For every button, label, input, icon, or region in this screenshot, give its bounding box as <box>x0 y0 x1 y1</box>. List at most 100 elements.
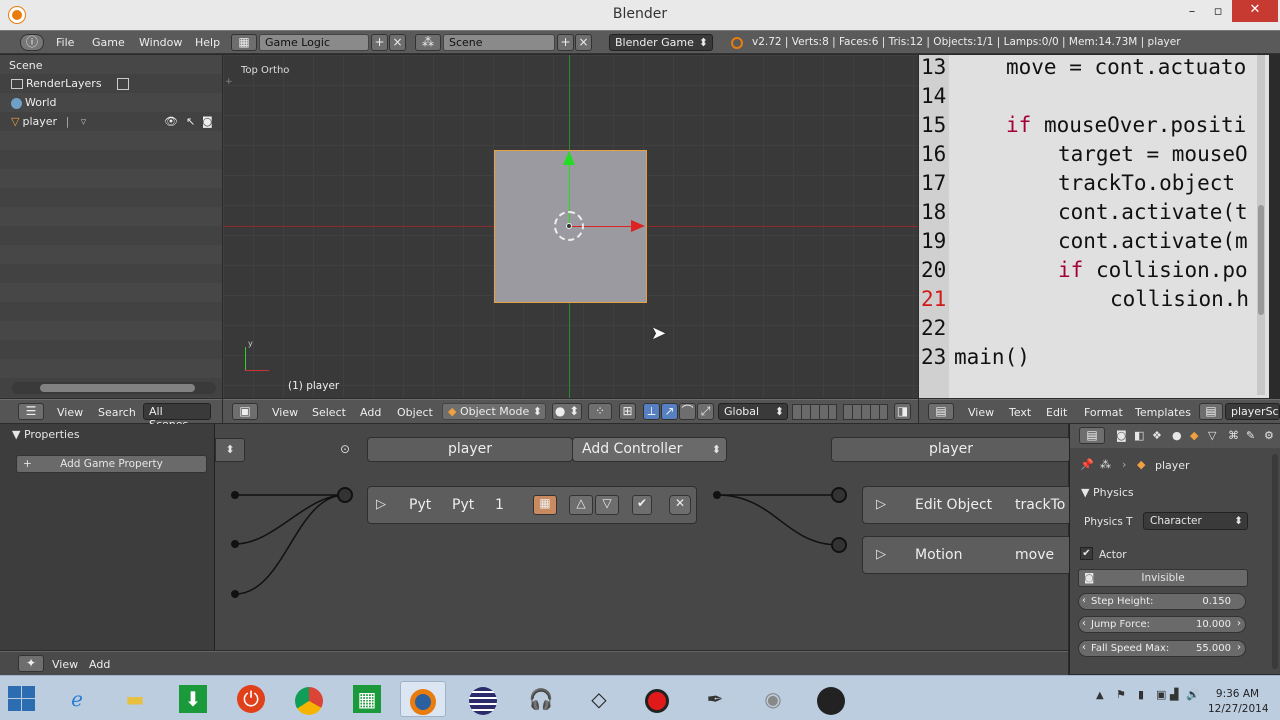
translate-manipulator[interactable]: ⟂ <box>643 403 660 420</box>
constraint-tab-icon[interactable]: ◆ <box>1190 429 1198 442</box>
ie-icon[interactable]: ℯ <box>54 681 100 717</box>
info-editor-type-button[interactable]: ⓘ <box>20 34 44 51</box>
viewport-menu-view[interactable]: View <box>272 406 298 419</box>
shading-dropdown[interactable]: ● ⬍ <box>552 403 582 420</box>
text-menu-templates[interactable]: Templates <box>1135 406 1191 419</box>
inkscape-icon[interactable]: ✒ <box>692 681 738 717</box>
layer-buttons-b[interactable] <box>843 404 888 420</box>
expand-triangle-icon[interactable]: ▷ <box>376 497 386 512</box>
engine-dropdown[interactable]: Blender Game ⬍ <box>609 34 713 51</box>
render-camera-icon[interactable]: ◙ <box>202 115 213 128</box>
logic-menu-add[interactable]: Add <box>89 658 110 671</box>
start-button[interactable] <box>8 686 36 712</box>
outliner-editor-type-button[interactable]: ☰ <box>18 403 44 420</box>
maximize-button[interactable]: ▫ <box>1203 2 1233 22</box>
outliner-menu-view[interactable]: View <box>57 406 83 419</box>
physics-tab-icon[interactable]: ⚙ <box>1264 429 1274 442</box>
expand-triangle-icon[interactable]: ▷ <box>876 497 886 512</box>
chrome-icon[interactable] <box>286 681 332 717</box>
text-menu-text[interactable]: Text <box>1009 406 1031 419</box>
mesh-data-icon[interactable]: ▿ <box>81 115 87 128</box>
properties-panel-header[interactable]: ▼ Properties <box>12 428 207 446</box>
data-tab-icon[interactable]: ⌘ <box>1228 429 1239 442</box>
menu-window[interactable]: Window <box>139 36 182 49</box>
jump-force-slider[interactable]: ‹ Jump Force: 10.000 › <box>1078 616 1246 633</box>
transform-orientation-dropdown[interactable]: Global ⬍ <box>718 403 788 420</box>
manipulator-toggle[interactable]: ⊞ <box>619 403 636 420</box>
actuator-name[interactable]: trackTo <box>1015 497 1065 513</box>
outliner-menu-search[interactable]: Search <box>98 406 136 419</box>
actuator-motion[interactable]: ▷ Motion move <box>862 536 1072 574</box>
record-icon[interactable] <box>634 681 680 717</box>
menu-game[interactable]: Game <box>92 36 125 49</box>
select-cursor-icon[interactable]: ↖ <box>186 115 195 128</box>
actuator-type[interactable]: Edit Object <box>915 497 992 513</box>
viewport-menu-object[interactable]: Object <box>397 406 433 419</box>
invisible-toggle[interactable]: ◙ Invisible <box>1078 569 1248 587</box>
viewport-editor-type-button[interactable]: ▣ <box>232 403 258 420</box>
tray-network-icon[interactable]: ▟ <box>1170 688 1178 701</box>
scale-manipulator[interactable]: ⌒ <box>679 403 696 420</box>
menu-file[interactable]: File <box>56 36 74 49</box>
snap-manipulator[interactable]: ⤢ <box>697 403 714 420</box>
logic-menu-view[interactable]: View <box>52 658 78 671</box>
remove-controller-button[interactable]: ✕ <box>669 495 691 515</box>
outliner-item-world[interactable]: World <box>11 96 57 114</box>
add-screen-button[interactable]: + <box>371 34 388 51</box>
outliner-filter-dropdown[interactable]: All Scenes <box>143 403 211 431</box>
logic-editor-type-button[interactable]: ✦ <box>18 655 44 672</box>
visibility-eye-icon[interactable]: 👁 <box>164 115 178 128</box>
expand-triangle-icon[interactable]: ▷ <box>876 547 886 562</box>
outliner-scrollbar[interactable] <box>12 382 216 394</box>
python-controller[interactable]: ▷ Pyt Pyt 1 ▦ △ ▽ ✔ ✕ <box>367 486 697 524</box>
eclipse-icon[interactable] <box>460 681 506 717</box>
menu-help[interactable]: Help <box>195 36 220 49</box>
text-datablock-icon[interactable]: ▤ <box>1199 403 1223 420</box>
move-down-button[interactable]: ▽ <box>595 495 619 515</box>
controller-type[interactable]: Pyt <box>409 497 431 513</box>
tray-device-icon[interactable]: ▣ <box>1156 688 1166 701</box>
text-menu-format[interactable]: Format <box>1084 406 1123 419</box>
pin-icon[interactable]: 📌 <box>1080 458 1094 471</box>
viewport-menu-add[interactable]: Add <box>360 406 381 419</box>
physics-panel-header[interactable]: ▼ Physics <box>1081 486 1134 499</box>
clock-time[interactable]: 9:36 AM <box>1215 688 1260 700</box>
layer-buttons-a[interactable] <box>792 404 837 420</box>
mode-dropdown[interactable]: ◆ Object Mode ⬍ <box>442 403 546 420</box>
screen-layout-field[interactable]: Game Logic <box>259 34 369 51</box>
viewport-corner-plus[interactable]: + <box>225 77 233 87</box>
clock-date[interactable]: 12/27/2014 <box>1208 703 1269 715</box>
text-editor[interactable]: 13 move = cont.actuato 14 15 if mouseOver.po… <box>919 55 1269 398</box>
tray-flag-icon[interactable]: ⚑ <box>1116 688 1126 701</box>
blender-icon[interactable] <box>400 681 446 717</box>
outliner-item-renderlayers[interactable]: RenderLayers <box>11 77 130 95</box>
scene-icon[interactable]: ⁂ <box>415 34 441 51</box>
controller-name[interactable]: Pyt <box>452 497 474 513</box>
close-button[interactable]: ✕ <box>1232 0 1278 22</box>
render-icon[interactable] <box>117 78 130 90</box>
actuator-type[interactable]: Motion <box>915 547 962 563</box>
tray-volume-icon[interactable]: 🔊 <box>1186 688 1200 701</box>
material-tab-icon[interactable]: ✎ <box>1246 429 1255 442</box>
outliner-item-player[interactable]: ▽ player | ▿ 👁 ↖ ◙ <box>11 115 216 133</box>
obs-icon[interactable] <box>808 681 854 717</box>
pivot-dropdown[interactable]: ⁘ <box>588 403 612 420</box>
screen-layout-icon[interactable]: ▦ <box>231 34 257 51</box>
step-height-slider[interactable]: ‹ Step Height: 0.150 <box>1078 593 1246 610</box>
y-arrow-icon[interactable] <box>563 151 575 165</box>
text-editor-type-button[interactable]: ▤ <box>928 403 954 420</box>
active-checkbox[interactable]: ✔ <box>632 495 652 515</box>
fall-speed-slider[interactable]: ‹ Fall Speed Max: 55.000 › <box>1078 640 1246 657</box>
scene-field[interactable]: Scene <box>443 34 555 51</box>
unity-icon[interactable]: ◇ <box>576 681 622 717</box>
text-menu-view[interactable]: View <box>968 406 994 419</box>
object-tab-icon[interactable]: ● <box>1172 429 1182 442</box>
text-scrollbar[interactable] <box>1257 55 1265 395</box>
world-tab-icon[interactable]: ❖ <box>1152 429 1162 442</box>
text-menu-edit[interactable]: Edit <box>1046 406 1067 419</box>
tray-overflow-icon[interactable]: ▲ <box>1096 690 1104 701</box>
render-tab-icon[interactable]: ◙ <box>1116 429 1127 442</box>
controller-priority-icon[interactable]: ▦ <box>533 495 557 515</box>
3d-viewport[interactable]: Top Ortho ➤ y (1) player + <box>223 55 918 398</box>
add-game-property-button[interactable]: + Add Game Property <box>16 455 207 473</box>
